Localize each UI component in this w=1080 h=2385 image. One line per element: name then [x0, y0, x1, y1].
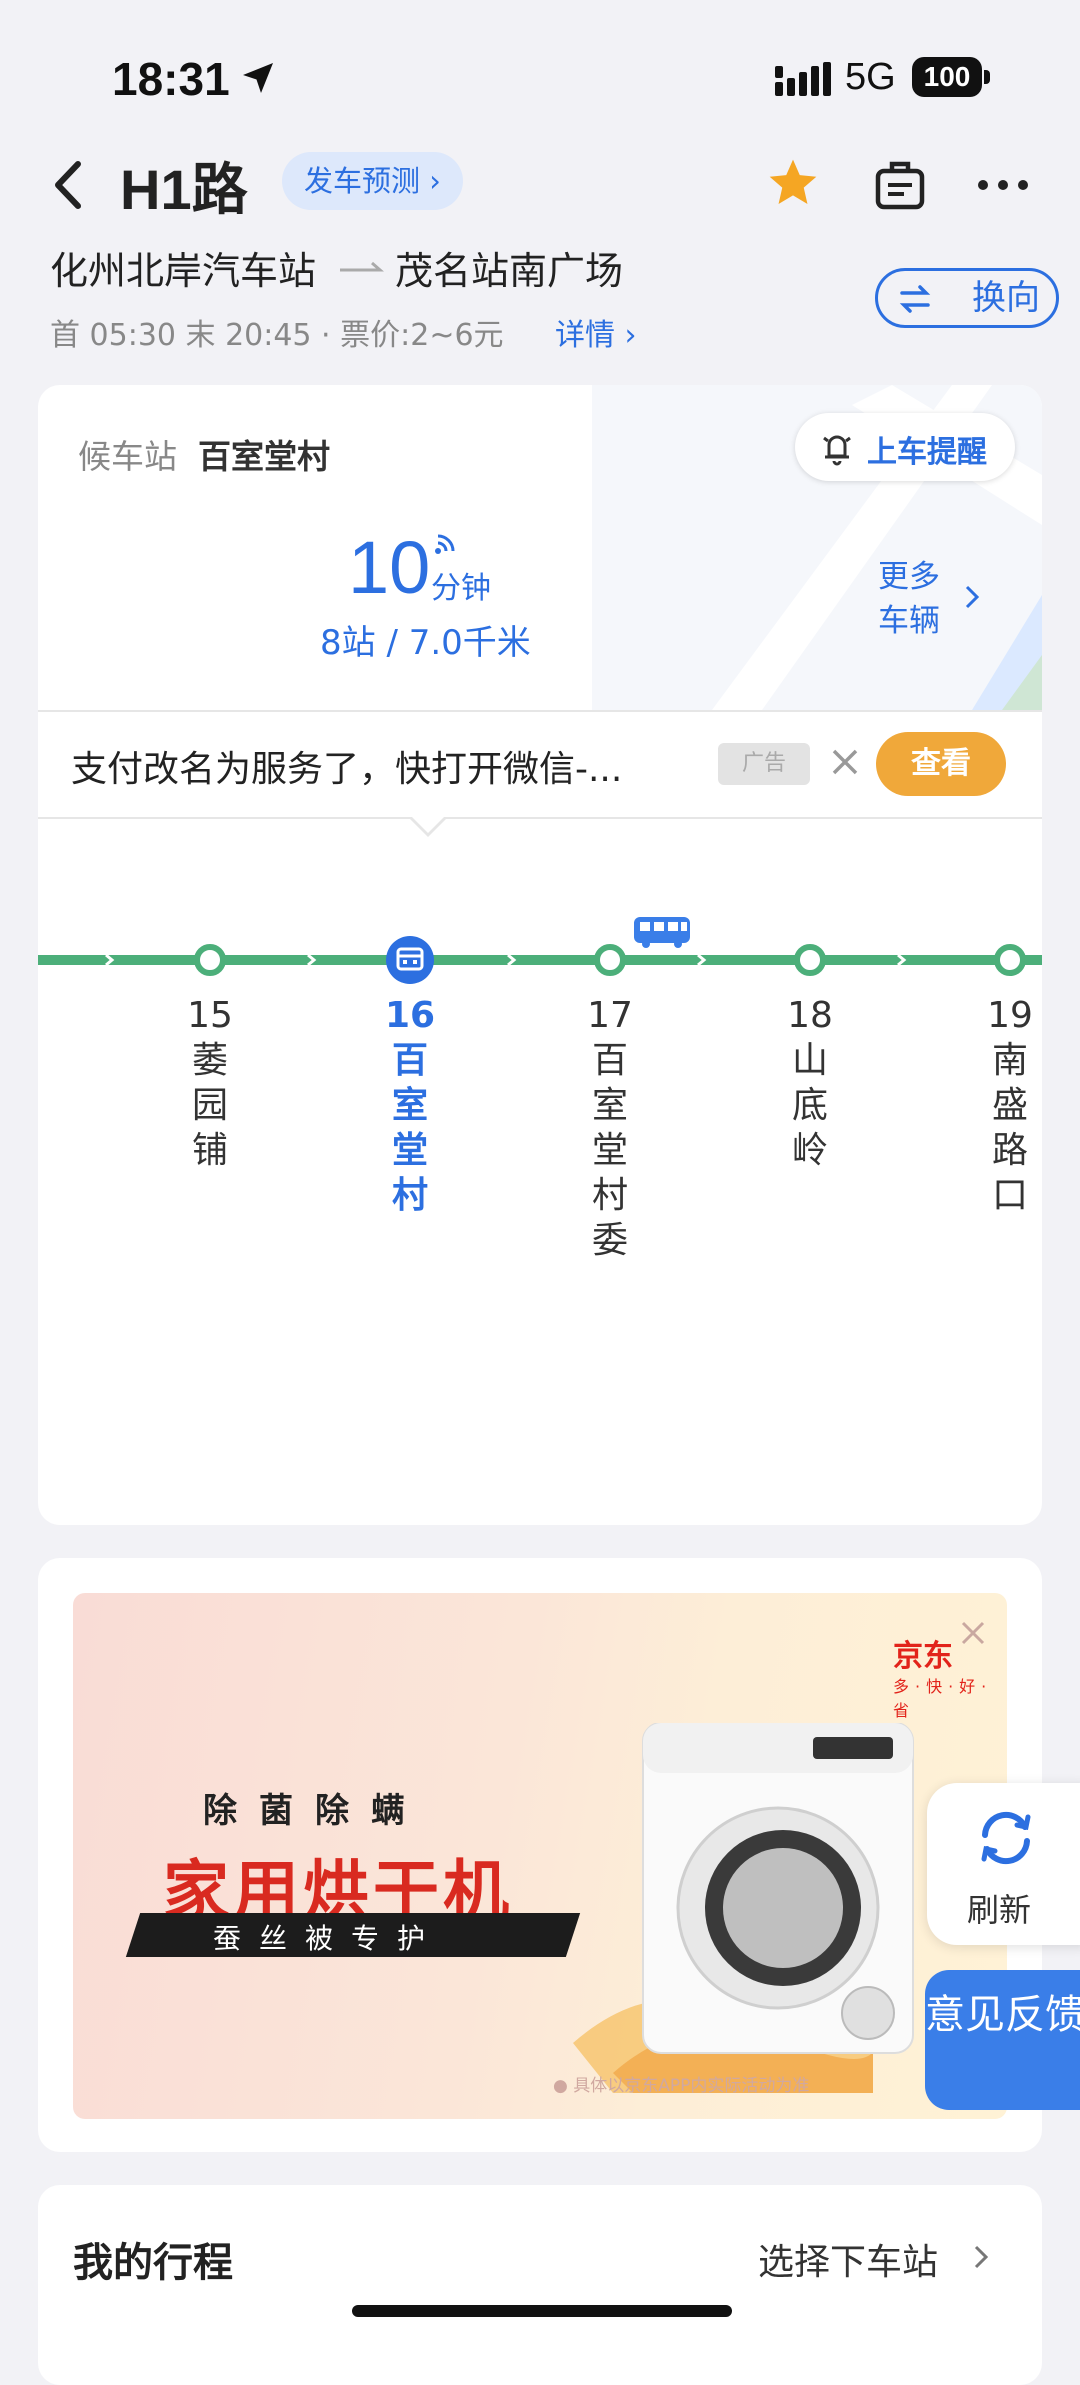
eta-distance: 8站 / 7.0千米	[320, 623, 531, 663]
boarding-reminder-label: 上车提醒	[867, 435, 987, 470]
direction-arrow-icon	[340, 261, 384, 272]
more-vehicles-link[interactable]: 更多车辆	[878, 555, 958, 643]
jd-logo: 京东	[893, 1639, 953, 1674]
bus-icon	[634, 917, 690, 948]
chevron-right-icon	[965, 585, 980, 609]
stop-current[interactable]: 16 百室堂村	[380, 993, 440, 1218]
battery-indicator: 100	[912, 57, 982, 97]
favorite-star-icon[interactable]	[765, 155, 821, 211]
eta-unit: 分钟	[431, 571, 491, 606]
stop-item[interactable]: 15 萎园铺	[180, 993, 240, 1173]
service-times-fare: 首 05:30 末 20:45 · 票价:2~6元	[50, 318, 504, 353]
stop-item[interactable]: 18 山底岭	[780, 993, 840, 1173]
briefcase-icon[interactable]	[870, 155, 930, 215]
slogan-bottom: 蚕丝被专护	[213, 1922, 444, 1955]
location-arrow-icon	[243, 63, 273, 93]
swap-icon	[899, 285, 931, 313]
stop-number: 17	[587, 995, 633, 1036]
alarm-bell-icon	[823, 435, 851, 466]
stop-number: 15	[187, 995, 233, 1036]
more-menu-icon[interactable]	[975, 160, 1031, 210]
pointer-notch	[410, 815, 446, 833]
stop-name: 百室堂村委	[591, 1040, 628, 1261]
boarding-reminder-button[interactable]: 上车提醒	[795, 413, 1015, 481]
details-link[interactable]: 详情 ›	[555, 310, 637, 354]
banner-card: 京东 多·快·好·省 除菌除螨 家用烘干机 蚕丝被专护 ● 具体以京东APP内实…	[38, 1558, 1042, 2152]
feedback-button[interactable]: 意见反馈	[925, 1970, 1080, 2110]
dryer-image	[642, 1723, 914, 2054]
stop-name: 百室堂村	[391, 1040, 428, 1216]
waiting-label: 候车站	[78, 437, 177, 476]
back-arrow-icon[interactable]	[40, 150, 100, 220]
status-time: 18:31	[112, 53, 230, 105]
home-indicator	[352, 2305, 732, 2317]
route-origin: 化州北岸汽车站	[50, 249, 317, 293]
signal-icon	[775, 62, 831, 96]
route-line	[38, 917, 1042, 984]
refresh-icon	[981, 1811, 1031, 1865]
choose-alight-stop[interactable]: 选择下车站	[758, 2233, 938, 2285]
network-type: 5G	[845, 56, 896, 98]
divider	[38, 710, 1042, 712]
refresh-button[interactable]: 刷新	[927, 1783, 1080, 1945]
stop-name: 南盛路口	[991, 1040, 1028, 1216]
ad-disclaimer: ● 具体以京东APP内实际活动为准	[553, 2076, 810, 2096]
divider	[38, 817, 1042, 819]
stop-name: 萎园铺	[191, 1040, 228, 1171]
chevron-right-icon	[974, 2245, 989, 2269]
stop-number: 19	[987, 995, 1033, 1036]
route-destination: 茂名站南广场	[395, 249, 624, 293]
realtime-signal-icon	[435, 534, 455, 554]
battery-tip	[984, 70, 990, 84]
jd-tagline: 多·快·好·省	[893, 1677, 993, 1720]
close-banner-icon[interactable]	[958, 1618, 988, 1648]
eta-minutes: 10	[348, 526, 431, 609]
refresh-label: 刷新	[967, 1891, 1032, 1929]
inline-ad-text[interactable]: 支付改名为服务了，快打开微信-...	[71, 740, 622, 792]
route-title: H1路	[120, 158, 248, 221]
waiting-card: 候车站 百室堂村 上车提醒 10 分钟 8站 / 7.0千米 更多车辆 支付改名…	[38, 385, 1042, 1525]
stop-item[interactable]: 19 南盛路口	[980, 993, 1040, 1218]
slogan-top: 除菌除螨	[203, 1791, 427, 1831]
stop-number: 16	[384, 995, 436, 1036]
view-ad-button[interactable]: 查看	[876, 732, 1006, 796]
depart-predict-button[interactable]: 发车预测 ›	[282, 152, 463, 210]
waiting-station: 百室堂村	[198, 437, 330, 476]
stop-item[interactable]: 17 百室堂村委	[580, 993, 640, 1263]
ad-badge: 广告	[718, 743, 810, 785]
banner-ad[interactable]: 京东 多·快·好·省 除菌除螨 家用烘干机 蚕丝被专护 ● 具体以京东APP内实…	[73, 1593, 1007, 2119]
stop-number: 18	[787, 995, 833, 1036]
my-trip-card[interactable]: 我的行程 选择下车站	[38, 2185, 1042, 2385]
my-trip-title: 我的行程	[73, 2240, 233, 2286]
close-ad-icon[interactable]	[828, 745, 862, 779]
stop-name: 山底岭	[791, 1040, 828, 1171]
